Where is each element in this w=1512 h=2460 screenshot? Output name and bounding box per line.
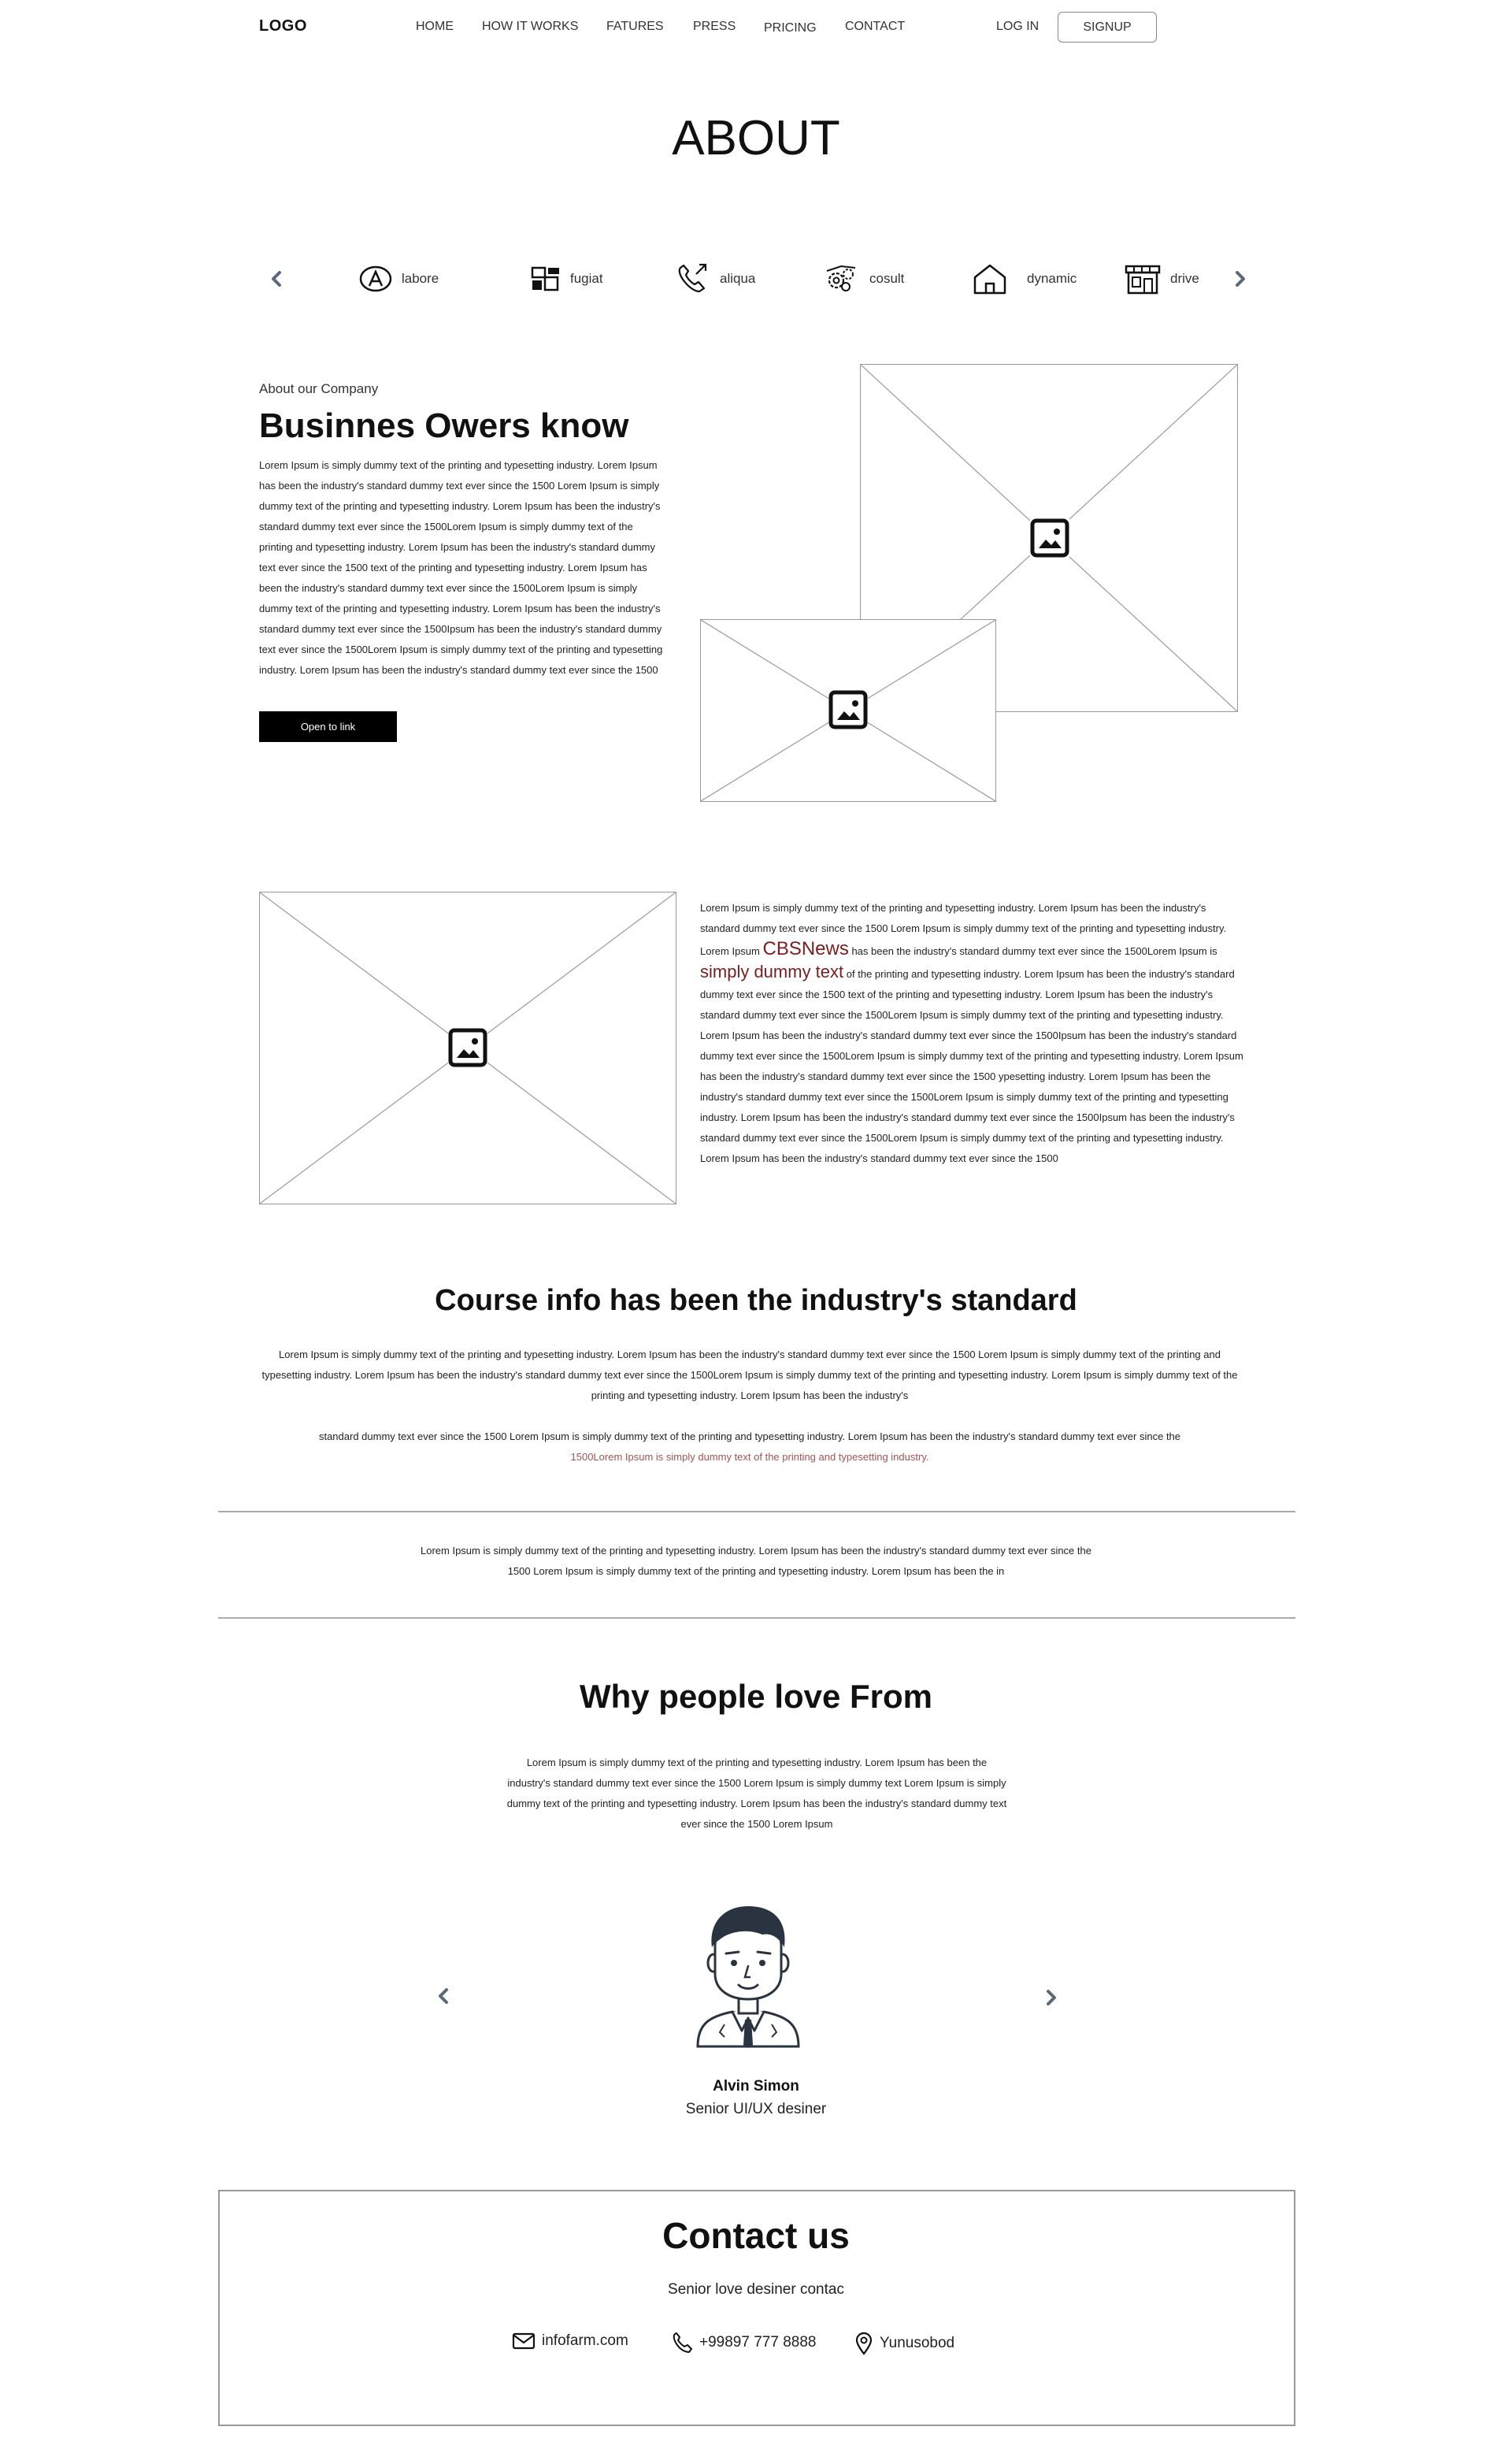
- category-item-aliqua[interactable]: aliqua: [676, 260, 755, 298]
- nav-pricing[interactable]: PRICING: [764, 21, 817, 35]
- image-icon: [448, 1028, 487, 1067]
- store-icon: [1125, 265, 1161, 295]
- phone-outgoing-icon: [678, 263, 707, 293]
- image-icon: [828, 690, 868, 729]
- company-heading: Businnes Owers know: [259, 406, 629, 445]
- testimonial-role: Senior UI/UX desiner: [685, 2101, 827, 2117]
- course-paragraph-2: standard dummy text ever since the 1500 …: [259, 1427, 1240, 1467]
- image-icon: [1030, 518, 1069, 558]
- contact-location-text: Yunusobod: [880, 2335, 955, 2351]
- logo[interactable]: LOGO: [259, 17, 307, 35]
- category-label: labore: [402, 271, 439, 286]
- contact-phone-text: +99897 777 8888: [699, 2334, 817, 2351]
- testimonial-name: Alvin Simon: [713, 2078, 799, 2095]
- contact-phone[interactable]: +99897 777 8888: [671, 2332, 816, 2354]
- feature-text-part: of the printing and typesetting industry…: [700, 968, 1243, 1164]
- page-title: ABOUT: [672, 111, 840, 165]
- divider-bottom: [218, 1617, 1295, 1619]
- contact-title: Contact us: [662, 2215, 850, 2256]
- gears-icon: [826, 265, 856, 291]
- login-link[interactable]: LOG IN: [996, 20, 1039, 34]
- category-item-drive[interactable]: drive: [1125, 260, 1199, 298]
- company-body: Lorem Ipsum is simply dummy text of the …: [259, 459, 663, 676]
- mail-icon: [512, 2332, 536, 2350]
- category-item-cosult[interactable]: cosult: [822, 260, 904, 298]
- chevron-right-icon: [1047, 1990, 1056, 2005]
- chevron-left-icon: [272, 271, 281, 287]
- category-item-dynamic[interactable]: dynamic: [972, 260, 1077, 298]
- course-heading: Course info has been the industry's stan…: [435, 1284, 1077, 1317]
- feature-highlight: CBSNews: [762, 938, 849, 959]
- category-label: drive: [1170, 271, 1199, 286]
- chevron-right-icon: [1236, 271, 1245, 287]
- why-body: Lorem Ipsum is simply dummy text of the …: [506, 1757, 1007, 1830]
- chevron-left-icon: [439, 1988, 448, 2004]
- blocks-icon: [531, 266, 559, 291]
- category-prev-arrow[interactable]: [268, 269, 287, 292]
- testimonial-prev-arrow[interactable]: [435, 1987, 454, 2009]
- contact-email[interactable]: infofarm.com: [512, 2332, 628, 2351]
- category-next-arrow[interactable]: [1230, 269, 1249, 292]
- section-eyebrow: About our Company: [259, 381, 379, 396]
- category-label: dynamic: [1027, 271, 1077, 286]
- divider-top: [218, 1511, 1295, 1512]
- avatar: [693, 1898, 803, 2048]
- nav-press[interactable]: PRESS: [693, 20, 736, 34]
- feature-text: Lorem Ipsum is simply dummy text of the …: [700, 898, 1243, 1169]
- signup-button[interactable]: SIGNUP: [1058, 12, 1157, 43]
- letter-a-circle-icon: [359, 265, 392, 292]
- category-label: aliqua: [720, 271, 756, 286]
- category-item-labore[interactable]: labore: [359, 260, 439, 298]
- location-pin-icon: [855, 2332, 873, 2355]
- feature-highlight: simply dummy text: [700, 962, 844, 981]
- divider-text: Lorem Ipsum is simply dummy text of the …: [421, 1545, 1091, 1577]
- category-label: cosult: [869, 271, 905, 286]
- why-heading: Why people love From: [579, 1678, 933, 1715]
- category-label: fugiat: [570, 271, 603, 286]
- phone-icon: [673, 2332, 692, 2353]
- contact-subtitle: Senior love desiner contac: [668, 2281, 844, 2298]
- contact-email-text: infofarm.com: [542, 2332, 628, 2349]
- contact-location[interactable]: Yunusobod: [854, 2332, 954, 2355]
- course-paragraph-1: Lorem Ipsum is simply dummy text of the …: [261, 1349, 1238, 1401]
- nav-contact[interactable]: CONTACT: [845, 20, 905, 34]
- course-text: standard dummy text ever since the 1500 …: [318, 1430, 1181, 1442]
- open-link-button[interactable]: Open to link: [259, 711, 397, 742]
- nav-features[interactable]: FATURES: [606, 20, 664, 34]
- nav-home[interactable]: HOME: [416, 20, 454, 34]
- testimonial-next-arrow[interactable]: [1041, 1988, 1060, 2011]
- course-highlight: 1500Lorem Ipsum is simply dummy text of …: [570, 1451, 929, 1463]
- home-icon: [973, 264, 1006, 295]
- category-item-fugiat[interactable]: fugiat: [531, 260, 603, 298]
- feature-text-part: has been the industry's standard dummy t…: [848, 945, 1217, 957]
- nav-how-it-works[interactable]: HOW IT WORKS: [482, 20, 578, 34]
